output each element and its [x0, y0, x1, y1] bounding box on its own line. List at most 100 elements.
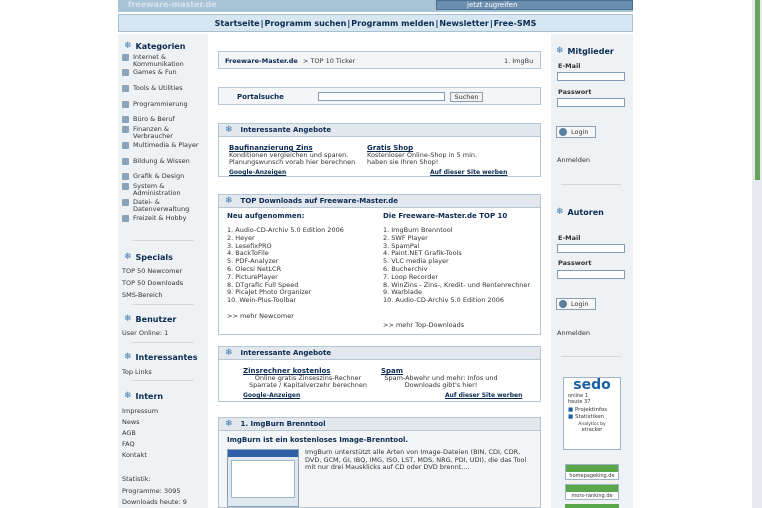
category-item[interactable]: Games & Fun [122, 69, 206, 85]
ad-text-baufinanzierung: Konditionen vergleichen und sparen. Plan… [229, 151, 356, 166]
category-item[interactable]: Freizeit & Hobby [122, 215, 206, 225]
folder-icon [122, 116, 129, 123]
author-login-button[interactable]: Login [556, 298, 596, 310]
ranking-badge[interactable] [565, 504, 619, 508]
specials-link-downloads[interactable]: TOP 50 Downloads [122, 279, 183, 287]
folder-icon [122, 173, 129, 180]
folder-icon [122, 69, 129, 76]
programme-count: Programme: 3095 [122, 487, 181, 495]
top-banner: freeware-master.de jetzt zugreifen [118, 0, 633, 12]
folder-icon [122, 54, 129, 61]
category-item[interactable]: Multimedia & Player [122, 142, 206, 158]
nav-newsletter[interactable]: Newsletter [439, 19, 488, 28]
folder-icon [122, 183, 129, 190]
sedo-statistiken[interactable]: ■ Statistiken [564, 414, 620, 421]
mors-ranking-badge[interactable]: mors-ranking.de [565, 484, 619, 500]
homepageking-badge[interactable]: homepageking.de [565, 464, 619, 480]
google-ads-link[interactable]: Google-Anzeigen [243, 392, 300, 399]
search-input[interactable] [318, 92, 445, 101]
sedo-badge[interactable]: sedo online 1 heute 37 ■ Projektinfos ■ … [563, 377, 621, 450]
divider [132, 380, 194, 381]
site-logo[interactable]: freeware-master.de [128, 0, 217, 9]
ads-box-1: ❄ Interessante Angebote Baufinanzierung Z… [218, 123, 541, 177]
folder-icon [122, 101, 129, 108]
category-item[interactable]: Internet & Kommunikation [122, 54, 206, 69]
benutzer-heading: ❄ Benutzer [124, 314, 177, 324]
nav-programm-melden[interactable]: Programm melden [351, 19, 434, 28]
nav-startseite[interactable]: Startseite [215, 19, 260, 28]
intern-news[interactable]: News [122, 418, 140, 426]
breadcrumb-home[interactable]: Freeware-Master.de [225, 57, 298, 65]
left-sidebar: ❄ Kategorien Internet & Kommunikation Gam… [118, 34, 208, 508]
folder-icon [122, 199, 129, 206]
divider [132, 304, 194, 305]
downloads-today: Downloads heute: 9 [122, 498, 187, 506]
top10-list: 1. ImgBurn Brenntool 2. SWF Player 3. Sp… [383, 226, 533, 305]
category-item[interactable]: Bildung & Wissen [122, 158, 206, 173]
autoren-heading: ❄ Autoren [556, 207, 604, 217]
folder-icon [122, 142, 129, 149]
intern-kontakt[interactable]: Kontakt [122, 451, 147, 459]
specials-link-sms[interactable]: SMS-Bereich [122, 291, 162, 299]
program-screenshot[interactable] [227, 449, 299, 507]
advertise-link[interactable]: Auf dieser Site werben [430, 169, 507, 176]
intern-agb[interactable]: AGB [122, 429, 136, 437]
snowflake-icon: ❄ [124, 252, 132, 262]
member-login-button[interactable]: Login [556, 126, 596, 138]
main-nav: Startseite|Programm suchen|Programm meld… [118, 14, 633, 32]
more-top-link[interactable]: >> mehr Top-Downloads [383, 321, 464, 329]
google-ads-link[interactable]: Google-Anzeigen [229, 169, 286, 176]
nav-free-sms[interactable]: Free-SMS [494, 19, 537, 28]
ad-text-zinsrechner: Online gratis Zinseszins-Rechner Sparrat… [248, 374, 368, 389]
snowflake-icon: ❄ [124, 352, 132, 362]
snowflake-icon: ❄ [225, 196, 233, 206]
folder-icon [122, 126, 129, 133]
snowflake-icon: ❄ [124, 41, 132, 51]
specials-heading: ❄ Specials [124, 252, 173, 262]
category-item[interactable]: Tools & Utilities [122, 85, 206, 101]
divider [132, 342, 194, 343]
sedo-logo: sedo [573, 377, 611, 393]
scrollbar-thumb[interactable] [755, 0, 760, 180]
member-email-label: E-Mail [558, 62, 581, 70]
top10-item[interactable]: 10. Audio-CD-Archiv 5.0 Edition 2006 [383, 296, 533, 305]
divider [561, 356, 621, 357]
top10-heading: Die Freeware-Master.de TOP 10 [383, 212, 508, 220]
intern-faq[interactable]: FAQ [122, 440, 135, 448]
author-email-field[interactable] [557, 244, 625, 253]
mitglieder-heading: ❄ Mitglieder [556, 46, 614, 56]
search-button[interactable]: Suchen [450, 92, 483, 102]
author-password-field[interactable] [557, 270, 625, 279]
category-item[interactable]: Programmierung [122, 101, 206, 116]
specials-link-newcomer[interactable]: TOP 50 Newcomer [122, 267, 182, 275]
advertise-link[interactable]: Auf dieser Site werben [445, 392, 522, 399]
category-item[interactable]: System & Administration [122, 183, 206, 199]
snowflake-icon: ❄ [124, 391, 132, 401]
snowflake-icon: ❄ [225, 125, 233, 135]
newcomer-item[interactable]: 10. Wein-Plus-Toolbar [227, 296, 377, 305]
ad-text-spam: Spam-Abwehr und mehr: Infos und Download… [384, 374, 498, 389]
newcomer-list: 1. Audio-CD-Archiv 5.0 Edition 2006 2. H… [227, 226, 377, 305]
nav-programm-suchen[interactable]: Programm suchen [265, 19, 347, 28]
snowflake-icon: ❄ [556, 207, 564, 217]
kategorien-heading: ❄ Kategorien [124, 41, 186, 51]
member-register-link[interactable]: Anmelden [557, 156, 590, 164]
category-item[interactable]: Finanzen & Verbraucher [122, 126, 206, 142]
author-email-label: E-Mail [558, 234, 581, 242]
top-links[interactable]: Top Links [122, 368, 152, 376]
author-register-link[interactable]: Anmelden [557, 329, 590, 337]
program-description: ImgBurn unterstützt alle Arten von Image… [305, 448, 527, 471]
category-item[interactable]: Datei- & Datenverwaltung [122, 199, 206, 215]
ticker-text: 1. ImgBu [504, 57, 534, 65]
sedo-tracker: etracker [581, 427, 603, 433]
intern-impressum[interactable]: Impressum [122, 407, 158, 415]
snowflake-icon: ❄ [124, 314, 132, 324]
member-password-field[interactable] [557, 98, 625, 107]
banner-ad[interactable]: jetzt zugreifen [436, 0, 633, 10]
sedo-projektinfos[interactable]: ■ Projektinfos [564, 407, 620, 414]
top-downloads-box: ❄ TOP Downloads auf Freeware-Master.de Ne… [218, 194, 541, 335]
program-subtitle: ImgBurn ist ein kostenloses Image-Brennt… [227, 436, 409, 444]
more-newcomer-link[interactable]: >> mehr Newcomer [227, 312, 294, 320]
member-email-field[interactable] [557, 72, 625, 81]
page-scrollbar[interactable] [752, 0, 762, 508]
